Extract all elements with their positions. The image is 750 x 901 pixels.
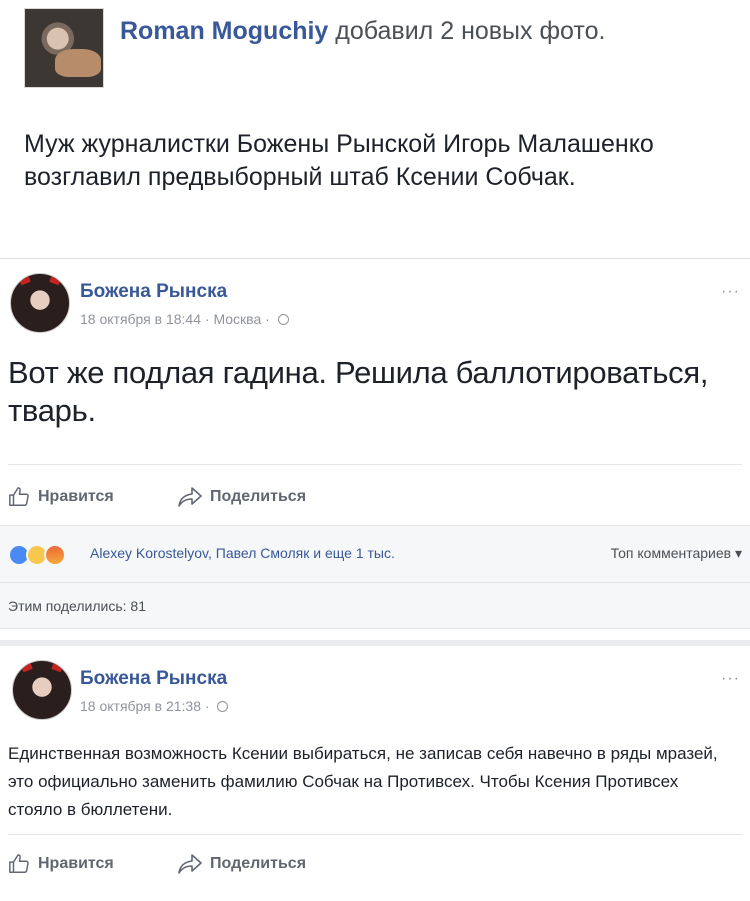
share-button[interactable]: Поделиться [178,844,306,884]
like-button[interactable]: Нравится [8,477,114,517]
like-button[interactable]: Нравится [8,844,114,884]
post-text: Муж журналистки Божены Рынской Игорь Мал… [24,130,654,191]
reactions-bar: Alexey Korostelyov, Павел Смоляк и еще 1… [0,525,750,583]
share-button[interactable]: Поделиться [178,477,306,517]
thumbs-up-icon [9,854,29,873]
post-meta: 18 октября в 21:38 · [80,698,229,714]
post-timestamp[interactable]: 18 октября в 21:38 · [80,698,210,714]
author-avatar[interactable] [24,8,104,88]
post-text: Вот же подлая гадина. Решила баллотирова… [8,355,709,428]
reactors-list[interactable]: Alexey Korostelyov, Павел Смоляк и еще 1… [90,545,395,561]
author-avatar[interactable] [12,660,72,720]
author-name[interactable]: Божена Рынска [80,281,227,303]
post-timestamp[interactable]: 18 октября в 18:44 · Москва · [80,311,270,327]
post-text: Единственная возможность Ксении выбирать… [8,744,718,819]
author-avatar[interactable] [10,273,70,333]
share-icon [178,487,202,507]
post-actions: Нравится Поделиться [8,477,608,517]
post-header: Божена Рынска 18 октября в 21:38 · ··· [10,660,740,730]
author-name[interactable]: Божена Рынска [80,668,227,690]
globe-icon [277,314,289,325]
more-options-icon[interactable]: ··· [721,283,740,301]
post-header: Божена Рынска 18 октября в 18:44 · Москв… [10,273,740,343]
reaction-icons[interactable] [8,544,66,566]
shared-post-1: Божена Рынска 18 октября в 18:44 · Москв… [0,258,750,638]
like-label: Нравится [38,488,114,505]
share-label: Поделиться [210,488,307,505]
thumbs-up-icon [9,487,29,506]
divider [8,834,742,835]
top-post-header: Roman Moguchiy добавил 2 новых фото. [24,8,724,90]
globe-icon [217,701,229,712]
angry-icon [44,544,66,566]
comment-sort-dropdown[interactable]: Топ комментариев ▾ [611,545,742,562]
shared-post-2: Божена Рынска 18 октября в 21:38 · ··· Е… [0,640,750,901]
share-icon [178,854,202,874]
more-options-icon[interactable]: ··· [721,670,740,688]
divider [8,464,742,465]
shares-count[interactable]: Этим поделились: 81 [8,598,146,614]
post-meta: 18 октября в 18:44 · Москва · [80,311,289,327]
author-name[interactable]: Roman Moguchiy [120,17,328,45]
post-action-text: добавил 2 новых фото. [335,17,606,45]
share-label: Поделиться [210,855,307,872]
post-headline: Roman Moguchiy добавил 2 новых фото. [120,14,680,48]
shares-bar: Этим поделились: 81 [0,583,750,629]
post-actions: Нравится Поделиться [8,844,608,884]
like-label: Нравится [38,855,114,872]
